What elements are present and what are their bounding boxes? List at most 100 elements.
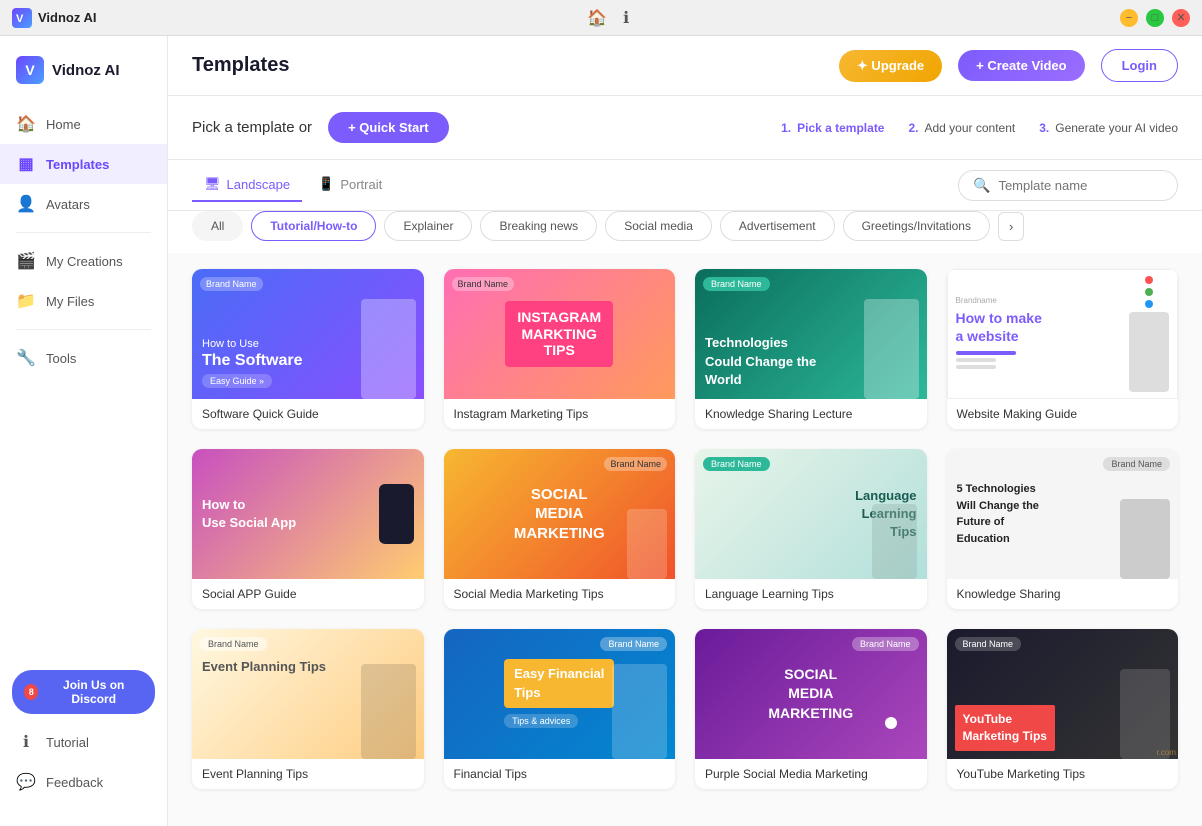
sidebar-item-label-files: My Files bbox=[46, 294, 94, 309]
steps: 1. Pick a template 2. Add your content 3… bbox=[781, 121, 1178, 135]
cat-tab-all[interactable]: All bbox=[192, 211, 243, 241]
dot-green bbox=[1145, 288, 1153, 296]
info-icon-btn[interactable]: ℹ bbox=[623, 8, 629, 28]
templates-grid: Brand Name How to Use The Software Easy … bbox=[192, 269, 1178, 789]
search-box[interactable]: 🔍 bbox=[958, 170, 1178, 201]
discord-label: Join Us on Discord bbox=[44, 678, 143, 706]
step1-num: 1. bbox=[781, 121, 791, 135]
discord-button[interactable]: 8 Join Us on Discord bbox=[12, 670, 155, 714]
person-software bbox=[361, 299, 416, 399]
pick-template-text: Pick a template or bbox=[192, 119, 312, 136]
quick-start-button[interactable]: + Quick Start bbox=[328, 112, 449, 143]
portrait-label: Portrait bbox=[340, 177, 382, 192]
maximize-button[interactable]: □ bbox=[1146, 9, 1164, 27]
search-input[interactable] bbox=[998, 178, 1158, 193]
website-right bbox=[1129, 276, 1169, 392]
template-card-youtube[interactable]: Brand Name YouTubeMarketing Tips r.com Y… bbox=[947, 629, 1179, 789]
step2-num: 2. bbox=[908, 121, 918, 135]
thumb-purple-social: Brand Name SOCIALMEDIAMARKETING bbox=[695, 629, 927, 759]
upgrade-label: ✦ Upgrade bbox=[857, 58, 924, 74]
website-bullets bbox=[956, 351, 1130, 369]
upgrade-button[interactable]: ✦ Upgrade bbox=[839, 50, 942, 82]
youtube-title: YouTubeMarketing Tips bbox=[955, 705, 1055, 751]
label-event: Event Planning Tips bbox=[192, 759, 424, 789]
purple-social-title: SOCIALMEDIAMARKETING bbox=[768, 665, 853, 724]
sidebar-item-label-tutorial: Tutorial bbox=[46, 735, 89, 750]
website-title: How to makea website bbox=[956, 309, 1130, 345]
financial-subtitle: Tips & advices bbox=[504, 714, 578, 728]
titlebar: V Vidnoz AI 🏠 ℹ − □ ✕ bbox=[0, 0, 1202, 36]
thumb-instagram: Brand Name INSTAGRAMMARKTINGTIPS bbox=[444, 269, 676, 399]
template-card-knowledge-lecture[interactable]: Brand Name TechnologiesCould Change theW… bbox=[695, 269, 927, 429]
template-card-financial[interactable]: Brand Name Easy FinancialTips Tips & adv… bbox=[444, 629, 676, 789]
create-label: + Create Video bbox=[976, 58, 1066, 73]
phone-icon bbox=[379, 484, 414, 544]
cat-tab-social[interactable]: Social media bbox=[605, 211, 712, 241]
feedback-icon: 💬 bbox=[16, 772, 36, 792]
bullet-3 bbox=[956, 365, 996, 369]
close-button[interactable]: ✕ bbox=[1172, 9, 1190, 27]
sidebar-item-tutorial[interactable]: ℹ Tutorial bbox=[0, 722, 167, 762]
step-2: 2. Add your content bbox=[908, 121, 1015, 135]
label-financial: Financial Tips bbox=[444, 759, 676, 789]
sidebar-item-home[interactable]: 🏠 Home bbox=[0, 104, 167, 144]
sidebar-item-feedback[interactable]: 💬 Feedback bbox=[0, 762, 167, 802]
sidebar-item-templates[interactable]: ▦ Templates bbox=[0, 144, 167, 184]
cat-tab-tutorial[interactable]: Tutorial/How-to bbox=[251, 211, 376, 241]
template-card-language[interactable]: Brand Name LanguageLearningTips Language… bbox=[695, 449, 927, 609]
sidebar-item-label-templates: Templates bbox=[46, 157, 109, 172]
login-button[interactable]: Login bbox=[1101, 49, 1178, 82]
label-software: Software Quick Guide bbox=[192, 399, 424, 429]
label-social-media: Social Media Marketing Tips bbox=[444, 579, 676, 609]
template-card-social-app[interactable]: How toUse Social App Social APP Guide bbox=[192, 449, 424, 609]
tabs-row: 🖥 Landscape 📱 Portrait 🔍 bbox=[168, 160, 1202, 211]
label-language: Language Learning Tips bbox=[695, 579, 927, 609]
thumb-language: Brand Name LanguageLearningTips bbox=[695, 449, 927, 579]
label-knowledge2: Knowledge Sharing bbox=[947, 579, 1179, 609]
template-card-purple-social[interactable]: Brand Name SOCIALMEDIAMARKETING Purple S… bbox=[695, 629, 927, 789]
event-title: Event Planning Tips bbox=[202, 659, 326, 674]
files-icon: 📁 bbox=[16, 291, 36, 311]
financial-content: Easy FinancialTips Tips & advices bbox=[494, 649, 624, 738]
search-icon: 🔍 bbox=[973, 177, 990, 194]
thumb-badge-event: Brand Name bbox=[200, 637, 267, 651]
avatars-icon: 👤 bbox=[16, 194, 36, 214]
sidebar-item-my-creations[interactable]: 🎬 My Creations bbox=[0, 241, 167, 281]
sidebar-item-avatars[interactable]: 👤 Avatars bbox=[0, 184, 167, 224]
cat-tab-explainer[interactable]: Explainer bbox=[384, 211, 472, 241]
cat-tab-advertisement[interactable]: Advertisement bbox=[720, 211, 835, 241]
tutorial-icon: ℹ bbox=[16, 732, 36, 752]
cat-tab-greetings[interactable]: Greetings/Invitations bbox=[843, 211, 990, 241]
step-1: 1. Pick a template bbox=[781, 121, 884, 135]
sidebar-divider-1 bbox=[16, 232, 151, 233]
home-icon-btn[interactable]: 🏠 bbox=[587, 8, 607, 28]
app-logo: V Vidnoz AI bbox=[12, 8, 97, 28]
tab-landscape[interactable]: 🖥 Landscape bbox=[192, 168, 302, 202]
cat-more-button[interactable]: › bbox=[998, 212, 1024, 241]
template-card-instagram[interactable]: Brand Name INSTAGRAMMARKTINGTIPS Instagr… bbox=[444, 269, 676, 429]
tab-portrait[interactable]: 📱 Portrait bbox=[306, 168, 394, 202]
top-header: Templates ✦ Upgrade + Create Video Login bbox=[168, 36, 1202, 96]
template-card-website[interactable]: Brandname How to makea website bbox=[947, 269, 1179, 429]
label-website: Website Making Guide bbox=[947, 399, 1179, 429]
thumb-event: Brand Name Event Planning Tips bbox=[192, 629, 424, 759]
template-card-social-media[interactable]: Brand Name SOCIALMEDIAMARKETING Social M… bbox=[444, 449, 676, 609]
create-video-button[interactable]: + Create Video bbox=[958, 50, 1084, 81]
label-purple-social: Purple Social Media Marketing bbox=[695, 759, 927, 789]
sidebar-item-tools[interactable]: 🔧 Tools bbox=[0, 338, 167, 378]
website-dots bbox=[1145, 276, 1153, 308]
template-card-software[interactable]: Brand Name How to Use The Software Easy … bbox=[192, 269, 424, 429]
template-card-knowledge2[interactable]: Brand Name 5 TechnologiesWill Change the… bbox=[947, 449, 1179, 609]
template-card-event[interactable]: Brand Name Event Planning Tips Event Pla… bbox=[192, 629, 424, 789]
dot-red bbox=[1145, 276, 1153, 284]
dot-blue bbox=[1145, 300, 1153, 308]
cat-tab-breaking[interactable]: Breaking news bbox=[480, 211, 597, 241]
thumb-financial: Brand Name Easy FinancialTips Tips & adv… bbox=[444, 629, 676, 759]
portrait-icon: 📱 bbox=[318, 176, 334, 192]
sidebar-item-my-files[interactable]: 📁 My Files bbox=[0, 281, 167, 321]
window-controls: − □ ✕ bbox=[1120, 9, 1190, 27]
sidebar-item-label-creations: My Creations bbox=[46, 254, 123, 269]
social-media-title: SOCIALMEDIAMARKETING bbox=[514, 485, 605, 544]
social-media-content: SOCIALMEDIAMARKETING bbox=[514, 485, 605, 544]
minimize-button[interactable]: − bbox=[1120, 9, 1138, 27]
